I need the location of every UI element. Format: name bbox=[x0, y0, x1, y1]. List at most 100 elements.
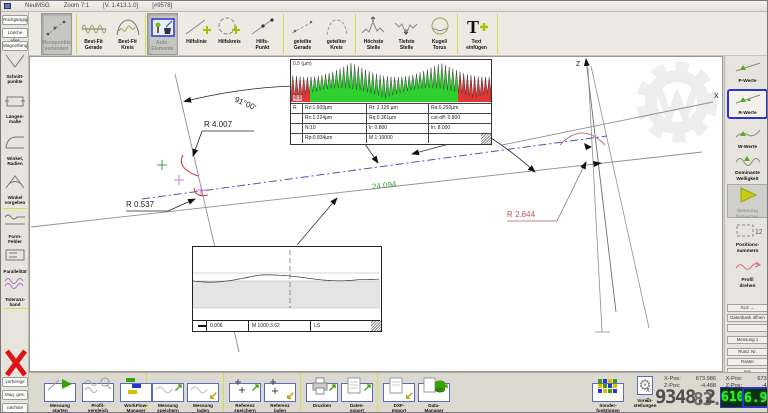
database-open-button[interactable]: Datenbank öffnen bbox=[727, 314, 768, 322]
table-cell: Ra:0.292µm bbox=[429, 104, 491, 113]
tool-label: Schnitt-punkte bbox=[1, 74, 29, 85]
position-numbers-button[interactable]: 12 Positions-nummern bbox=[727, 223, 768, 254]
rotate-profile-button[interactable]: Profildrehen bbox=[727, 258, 768, 289]
lcd-display-1: 610 bbox=[720, 387, 744, 408]
sphere-torus-button[interactable]: Kugel/Torus bbox=[424, 13, 455, 55]
tool-intersection-points[interactable]: Schnitt-punkte bbox=[1, 53, 29, 85]
w-values-button[interactable]: W-Werte bbox=[727, 125, 768, 151]
split-circle-button[interactable]: geteilterKreis bbox=[321, 13, 352, 55]
button-label: DominanteWelligkeit bbox=[727, 171, 768, 182]
helper-point-button[interactable]: Hilfs-Punkt bbox=[247, 13, 278, 55]
split-line-button[interactable]: geteilteGerade bbox=[287, 13, 318, 55]
toolbar-separator bbox=[355, 14, 356, 54]
grid-toggle-button[interactable]: Raster bbox=[727, 358, 768, 366]
blank-button[interactable] bbox=[727, 324, 768, 332]
radius-dimension-label[interactable]: R 4.007 bbox=[204, 120, 232, 129]
button-label: Sonder-funktionen bbox=[591, 403, 625, 413]
lowest-point-button[interactable]: TiefsteStelle bbox=[391, 13, 422, 55]
load-reference-button[interactable]: ↙ Referenzladen bbox=[263, 374, 297, 413]
table-row: N:10 lr: 0.800 ln: 8.000 bbox=[291, 123, 491, 133]
resize-grip[interactable] bbox=[371, 321, 381, 331]
special-functions-button[interactable]: Sonder-funktionen bbox=[591, 374, 625, 413]
button-label: Profildrehen bbox=[727, 278, 768, 289]
profile-mode: LS bbox=[311, 321, 366, 331]
tool-tolerance-band[interactable]: Toleranz-band bbox=[1, 274, 29, 308]
button-label: Referenzladen bbox=[263, 403, 297, 413]
previous-button[interactable]: vorherige bbox=[2, 377, 28, 387]
tool-angles-radii[interactable]: Winkel,Radien bbox=[1, 133, 29, 167]
auto-elements-icon bbox=[148, 14, 177, 40]
helper-circle-button[interactable]: Hilfskreis bbox=[214, 13, 245, 55]
dominant-waviness-button[interactable]: DominanteWelligkeit bbox=[727, 152, 768, 182]
top-toolbar: Messpunkteverbinden Best-FitGerade Best-… bbox=[29, 12, 768, 56]
mag-all-button[interactable]: Mag. ges. bbox=[2, 390, 28, 400]
toolbar-separator bbox=[457, 14, 458, 54]
app-window: NeuMSG Zoom 7:1 [V. 1.413.1.0] [#9578] M… bbox=[0, 0, 768, 413]
delete-element-button[interactable] bbox=[4, 345, 28, 381]
undo-button[interactable]: Rückgängig bbox=[2, 15, 28, 25]
button-label: Positions-nummern bbox=[727, 243, 768, 254]
next-button[interactable]: nächste bbox=[2, 403, 28, 413]
load-measurement-button[interactable]: ↙ Messungladen bbox=[186, 374, 220, 413]
workflow-manager-icon bbox=[120, 383, 152, 402]
tool-label: Winkelvorgeben bbox=[1, 195, 29, 206]
radius-dimension-label[interactable]: R 2.844 bbox=[507, 210, 535, 219]
connect-points-button[interactable]: Messpunkteverbinden bbox=[41, 13, 72, 55]
lcd-display-2: 6.990 bbox=[742, 387, 768, 408]
resize-grip[interactable] bbox=[481, 134, 491, 144]
start-measurement-button[interactable]: Messungstarten bbox=[43, 374, 77, 413]
print-button[interactable]: ↗ Drucken bbox=[305, 374, 339, 408]
tool-form-error[interactable]: Form-Fehler bbox=[1, 211, 29, 245]
data-export-button[interactable]: ↗ Daten-export bbox=[340, 374, 374, 413]
r-values-icon bbox=[734, 91, 762, 106]
tool-label: Form-Fehler bbox=[1, 234, 29, 245]
radius-dimension-label[interactable]: R 0.537 bbox=[126, 200, 154, 209]
save-measurement-button[interactable]: ↗ Messungspeichern bbox=[151, 374, 185, 413]
tool-lengths[interactable]: Längen-maße bbox=[1, 93, 29, 125]
button-label: Messungstarten bbox=[43, 403, 77, 413]
tool-preset-angle[interactable]: Winkelvorgeben bbox=[1, 172, 29, 206]
button-label: Referenzspeichern bbox=[228, 403, 262, 413]
button-label: Profil-vergleich bbox=[81, 403, 115, 413]
magnet-snap-button[interactable]: Magnetfang bbox=[2, 41, 28, 51]
profile-compare-button[interactable]: Profil-vergleich bbox=[81, 374, 115, 413]
roughness-profile-chart bbox=[291, 60, 491, 102]
table-row: R Rz:1.509µm Rt: 2.126 µm Ra:0.292µm bbox=[291, 103, 491, 113]
play-icon bbox=[736, 186, 760, 204]
best-fit-circle-button[interactable]: Best-FitKreis bbox=[112, 13, 143, 55]
workflow-manager-button[interactable]: WorkFlow-Manager bbox=[119, 374, 153, 413]
r-values-button[interactable]: R-Werte bbox=[727, 89, 768, 119]
clear-all-button[interactable]: Lösche alles bbox=[2, 28, 28, 38]
insert-text-button[interactable]: T Texteinfügen bbox=[461, 13, 492, 55]
profile-segment-window[interactable]: 0.006 M 1000:3.62 LS bbox=[192, 246, 382, 332]
dxf-import-button[interactable]: ↙ DXF-Import bbox=[382, 374, 416, 413]
p-values-button[interactable]: P-Werte bbox=[727, 59, 768, 85]
rotate-profile-icon bbox=[734, 258, 762, 273]
save-reference-button[interactable]: ↗ Referenzspeichern bbox=[228, 374, 262, 413]
best-fit-line-button[interactable]: Best-FitGerade bbox=[78, 13, 109, 55]
sphere-torus-icon bbox=[424, 13, 455, 39]
measurement-select[interactable]: Messung 1 bbox=[727, 336, 768, 344]
drawing-canvas[interactable]: 91°00' R 4.007 R 0.537 24.094 R 2.844 X … bbox=[29, 56, 723, 372]
helper-line-button[interactable]: Hilfslinie bbox=[181, 13, 212, 55]
xls-export-button[interactable]: XLS → bbox=[727, 304, 768, 312]
right-sidebar: P-Werte R-Werte W-Werte DominanteWelligk… bbox=[724, 56, 768, 376]
auto-elements-button[interactable]: Auto-Elemente bbox=[147, 13, 178, 55]
svg-text:12: 12 bbox=[755, 229, 762, 236]
dominant-waviness-icon bbox=[734, 152, 762, 166]
watermark-gear-logo bbox=[641, 66, 713, 138]
tool-label: Längen-maße bbox=[1, 114, 29, 125]
round-number-button[interactable]: Rund. Nr. bbox=[727, 348, 768, 356]
highest-point-button[interactable]: HöchsteStelle bbox=[358, 13, 389, 55]
tool-parallelism[interactable]: Parallelität bbox=[1, 246, 29, 274]
helper-point-icon bbox=[247, 13, 278, 39]
button-label: Messungspeichern bbox=[151, 403, 185, 413]
continue-measurement-button[interactable]: Messungfortsetzen bbox=[727, 184, 768, 218]
app-version: [V. 1.413.1.0] bbox=[103, 3, 138, 9]
toolbar-separator bbox=[145, 14, 146, 54]
data-manager-button[interactable]: ↗ Data-Manager bbox=[417, 374, 451, 413]
z-axis-prefix: Z: bbox=[646, 398, 651, 404]
highest-point-icon bbox=[358, 13, 389, 39]
roughness-window[interactable]: 0.5 (µm) -0.5 R Rz:1.509µm Rt: 2.126 µm … bbox=[290, 59, 492, 145]
print-icon: ↗ bbox=[306, 383, 338, 402]
